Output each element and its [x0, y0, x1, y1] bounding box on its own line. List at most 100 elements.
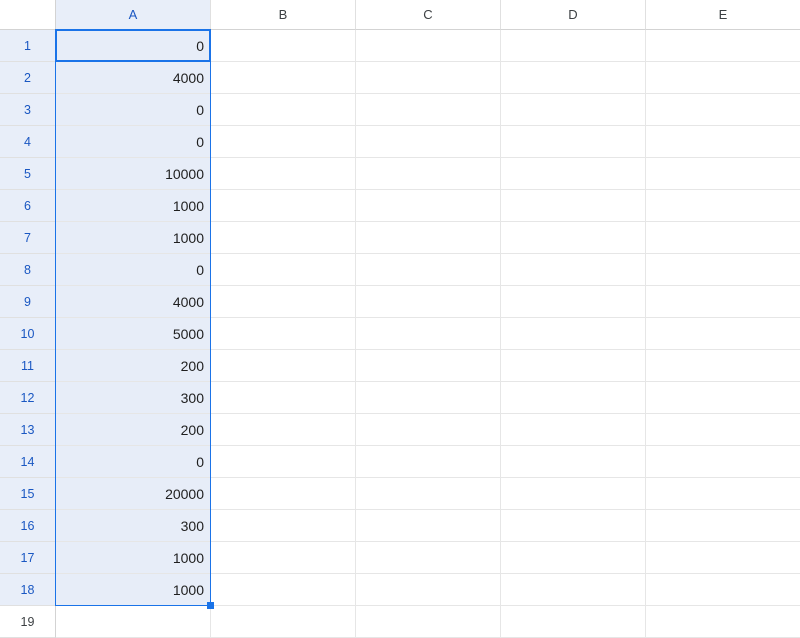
cell-e10[interactable]: [646, 318, 800, 350]
cell-d18[interactable]: [501, 574, 646, 606]
cell-a11[interactable]: 200: [56, 350, 211, 382]
cell-e16[interactable]: [646, 510, 800, 542]
row-header-1[interactable]: 1: [0, 30, 56, 62]
cell-b12[interactable]: [211, 382, 356, 414]
cell-c10[interactable]: [356, 318, 501, 350]
cell-d8[interactable]: [501, 254, 646, 286]
row-header-4[interactable]: 4: [0, 126, 56, 158]
cell-b10[interactable]: [211, 318, 356, 350]
cell-a13[interactable]: 200: [56, 414, 211, 446]
cell-d10[interactable]: [501, 318, 646, 350]
column-header-e[interactable]: E: [646, 0, 800, 30]
cell-e6[interactable]: [646, 190, 800, 222]
row-header-3[interactable]: 3: [0, 94, 56, 126]
cell-b5[interactable]: [211, 158, 356, 190]
cell-c14[interactable]: [356, 446, 501, 478]
cell-d14[interactable]: [501, 446, 646, 478]
cell-d1[interactable]: [501, 30, 646, 62]
cell-c19[interactable]: [356, 606, 501, 638]
row-header-8[interactable]: 8: [0, 254, 56, 286]
cell-c2[interactable]: [356, 62, 501, 94]
cell-c12[interactable]: [356, 382, 501, 414]
cell-c13[interactable]: [356, 414, 501, 446]
cell-d3[interactable]: [501, 94, 646, 126]
cell-d15[interactable]: [501, 478, 646, 510]
cell-a10[interactable]: 5000: [56, 318, 211, 350]
cell-c6[interactable]: [356, 190, 501, 222]
row-header-15[interactable]: 15: [0, 478, 56, 510]
cell-d12[interactable]: [501, 382, 646, 414]
cell-a12[interactable]: 300: [56, 382, 211, 414]
cell-c8[interactable]: [356, 254, 501, 286]
cell-a5[interactable]: 10000: [56, 158, 211, 190]
cell-e14[interactable]: [646, 446, 800, 478]
cell-c4[interactable]: [356, 126, 501, 158]
cell-d5[interactable]: [501, 158, 646, 190]
cell-a2[interactable]: 4000: [56, 62, 211, 94]
cell-a6[interactable]: 1000: [56, 190, 211, 222]
cell-a1[interactable]: 0: [56, 30, 211, 62]
row-header-16[interactable]: 16: [0, 510, 56, 542]
fill-handle[interactable]: [207, 602, 214, 609]
cell-c16[interactable]: [356, 510, 501, 542]
cell-e13[interactable]: [646, 414, 800, 446]
cell-c1[interactable]: [356, 30, 501, 62]
cell-a4[interactable]: 0: [56, 126, 211, 158]
column-header-d[interactable]: D: [501, 0, 646, 30]
row-header-2[interactable]: 2: [0, 62, 56, 94]
row-header-13[interactable]: 13: [0, 414, 56, 446]
cell-d13[interactable]: [501, 414, 646, 446]
cell-b8[interactable]: [211, 254, 356, 286]
row-header-11[interactable]: 11: [0, 350, 56, 382]
cell-e9[interactable]: [646, 286, 800, 318]
cell-a14[interactable]: 0: [56, 446, 211, 478]
cell-e19[interactable]: [646, 606, 800, 638]
cell-b17[interactable]: [211, 542, 356, 574]
cell-a15[interactable]: 20000: [56, 478, 211, 510]
cell-d9[interactable]: [501, 286, 646, 318]
cell-a18[interactable]: 1000: [56, 574, 211, 606]
cell-d11[interactable]: [501, 350, 646, 382]
cell-b7[interactable]: [211, 222, 356, 254]
row-header-5[interactable]: 5: [0, 158, 56, 190]
cell-b11[interactable]: [211, 350, 356, 382]
cell-b19[interactable]: [211, 606, 356, 638]
row-header-14[interactable]: 14: [0, 446, 56, 478]
cell-c17[interactable]: [356, 542, 501, 574]
cell-e15[interactable]: [646, 478, 800, 510]
cell-b15[interactable]: [211, 478, 356, 510]
select-all-corner[interactable]: [0, 0, 56, 30]
cell-a19[interactable]: [56, 606, 211, 638]
cell-d17[interactable]: [501, 542, 646, 574]
row-header-9[interactable]: 9: [0, 286, 56, 318]
cell-c15[interactable]: [356, 478, 501, 510]
cell-e2[interactable]: [646, 62, 800, 94]
row-header-12[interactable]: 12: [0, 382, 56, 414]
cell-b16[interactable]: [211, 510, 356, 542]
cell-a8[interactable]: 0: [56, 254, 211, 286]
row-header-6[interactable]: 6: [0, 190, 56, 222]
cell-c7[interactable]: [356, 222, 501, 254]
cell-b4[interactable]: [211, 126, 356, 158]
cell-e5[interactable]: [646, 158, 800, 190]
row-header-10[interactable]: 10: [0, 318, 56, 350]
cell-e8[interactable]: [646, 254, 800, 286]
cell-b3[interactable]: [211, 94, 356, 126]
cell-e1[interactable]: [646, 30, 800, 62]
cell-d6[interactable]: [501, 190, 646, 222]
cell-e18[interactable]: [646, 574, 800, 606]
cell-d19[interactable]: [501, 606, 646, 638]
cell-e17[interactable]: [646, 542, 800, 574]
row-header-7[interactable]: 7: [0, 222, 56, 254]
column-header-c[interactable]: C: [356, 0, 501, 30]
cell-c18[interactable]: [356, 574, 501, 606]
cell-e7[interactable]: [646, 222, 800, 254]
cell-d4[interactable]: [501, 126, 646, 158]
row-header-19[interactable]: 19: [0, 606, 56, 638]
cell-a17[interactable]: 1000: [56, 542, 211, 574]
cell-c9[interactable]: [356, 286, 501, 318]
cell-d16[interactable]: [501, 510, 646, 542]
cell-e4[interactable]: [646, 126, 800, 158]
cell-b6[interactable]: [211, 190, 356, 222]
column-header-b[interactable]: B: [211, 0, 356, 30]
